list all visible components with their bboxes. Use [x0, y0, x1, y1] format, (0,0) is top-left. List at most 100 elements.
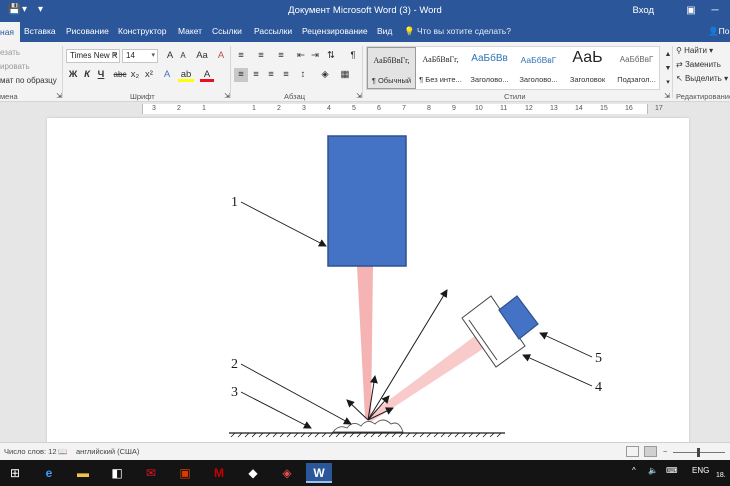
highlight-icon[interactable]: ab — [178, 68, 194, 82]
zoom-out-icon[interactable]: − — [663, 447, 667, 456]
document-page[interactable]: 1 2 3 4 5 — [47, 118, 689, 442]
tell-me-box[interactable]: 💡 Что вы хотите сделать? — [404, 26, 511, 37]
multilevel-list-icon[interactable]: ≡ — [274, 49, 288, 63]
tab-mailings[interactable]: Рассылки — [254, 26, 292, 36]
word-icon[interactable]: W — [306, 463, 332, 483]
strikethrough-button[interactable]: abc — [112, 68, 128, 82]
style-heading-2[interactable]: АаБбВвГ Заголово... — [514, 47, 563, 89]
align-left-icon[interactable]: ≡ — [234, 68, 248, 82]
keyboard-icon[interactable]: ⌨ — [666, 466, 678, 475]
bold-button[interactable]: Ж — [66, 68, 80, 82]
store-icon[interactable]: ◧ — [104, 463, 130, 483]
sort-icon[interactable]: ⇅ — [324, 49, 338, 63]
line-spacing-icon[interactable]: ↕ — [296, 68, 310, 82]
share-label: По — [718, 26, 730, 36]
tell-me-text: Что вы хотите сделать? — [416, 26, 511, 36]
language-indicator[interactable]: английский (США) — [76, 447, 139, 456]
style-heading-1[interactable]: АаБбВв Заголово... — [465, 47, 514, 89]
copy-button[interactable]: ировать — [0, 62, 30, 71]
format-painter-button[interactable]: мат по образцу — [0, 76, 57, 85]
ruler-number: 15 — [600, 105, 608, 112]
ruler-number: 8 — [427, 105, 431, 112]
style-title[interactable]: АаЬ Заголовок — [563, 47, 612, 89]
decrease-indent-icon[interactable]: ⇤ — [294, 49, 308, 63]
superscript-button[interactable]: x² — [142, 68, 156, 82]
tab-references[interactable]: Ссылки — [212, 26, 242, 36]
minimize-icon[interactable]: ─ — [706, 2, 724, 19]
app-red2-icon[interactable]: ◈ — [274, 463, 300, 483]
font-size-combo[interactable]: 14 ▾ — [122, 49, 158, 63]
replace-button[interactable]: ⇄ Заменить — [676, 60, 721, 69]
volume-icon[interactable]: 🔈 — [648, 466, 658, 475]
clock-date[interactable]: 18. — [716, 472, 726, 479]
ruler-number: 10 — [475, 105, 483, 112]
read-mode-icon[interactable] — [626, 446, 639, 457]
mail-icon[interactable]: ✉ — [138, 463, 164, 483]
zoom-slider-thumb[interactable] — [697, 448, 700, 457]
select-button[interactable]: ↖ Выделить ▾ — [676, 74, 728, 83]
shrink-font-icon[interactable]: A — [176, 49, 190, 63]
increase-indent-icon[interactable]: ⇥ — [308, 49, 322, 63]
cut-button[interactable]: езать — [0, 48, 20, 57]
style-name: ¶ Обычный — [371, 76, 412, 85]
numbering-icon[interactable]: ≡ — [254, 49, 268, 63]
justify-icon[interactable]: ≡ — [279, 68, 293, 82]
tab-draw[interactable]: Рисование — [66, 26, 109, 36]
proofing-icon[interactable]: 📖 — [58, 447, 67, 456]
ruler-number: 4 — [327, 105, 331, 112]
styles-group-label: Стили — [504, 92, 526, 101]
app-red-icon[interactable]: ▣ — [172, 463, 198, 483]
language-indicator[interactable]: ENG — [692, 466, 709, 475]
leader-3 — [240, 391, 312, 429]
font-color-icon[interactable]: A — [200, 68, 214, 82]
tab-home[interactable]: ная — [0, 22, 21, 42]
shading-icon[interactable]: ◈ — [318, 68, 332, 82]
clipboard-launcher-icon[interactable]: ⇲ — [52, 90, 66, 101]
borders-icon[interactable]: ▦ — [338, 68, 352, 82]
underline-button[interactable]: Ч — [94, 68, 108, 82]
change-case-icon[interactable]: Aa — [192, 49, 212, 63]
mcafee-icon[interactable]: M — [206, 463, 232, 483]
find-label: Найти — [684, 46, 707, 55]
style-no-spacing[interactable]: АаБбВвГг, ¶ Без инте... — [416, 47, 465, 89]
subscript-button[interactable]: x₂ — [128, 68, 142, 82]
print-layout-icon[interactable] — [644, 446, 657, 457]
tab-review[interactable]: Рецензирование — [302, 26, 368, 36]
italic-button[interactable]: К — [80, 68, 94, 82]
tab-insert[interactable]: Вставка — [24, 26, 56, 36]
chevron-up-icon[interactable]: ^ — [632, 466, 636, 475]
align-right-icon[interactable]: ≡ — [264, 68, 278, 82]
emitter-block — [327, 135, 407, 267]
find-button[interactable]: ⚲ Найти ▾ — [676, 46, 713, 55]
align-center-icon[interactable]: ≡ — [249, 68, 263, 82]
bullets-icon[interactable]: ≡ — [234, 49, 248, 63]
divider — [672, 46, 673, 98]
explorer-icon[interactable]: ▬ — [70, 463, 96, 483]
paragraph-launcher-icon[interactable]: ⇲ — [352, 90, 366, 101]
document-area[interactable]: 1 2 3 4 5 — [0, 116, 730, 442]
grow-font-icon[interactable]: A — [163, 49, 177, 63]
ribbon-options-icon[interactable]: ▣ — [682, 2, 700, 19]
share-button[interactable]: 👤По — [708, 26, 729, 37]
show-marks-button[interactable]: ¶ — [346, 49, 360, 63]
style-name: Заголово... — [519, 75, 558, 84]
tab-layout[interactable]: Макет — [178, 26, 202, 36]
text-effects-icon[interactable]: A — [160, 68, 174, 82]
figure-diagram[interactable]: 1 2 3 4 5 — [47, 118, 689, 442]
tab-view[interactable]: Вид — [377, 26, 392, 36]
label-4: 4 — [595, 380, 602, 395]
style-normal[interactable]: АаБбВвГг, ¶ Обычный — [367, 47, 416, 89]
sign-in-link[interactable]: Вход — [633, 5, 655, 16]
start-icon[interactable]: ⊞ — [2, 463, 28, 483]
font-launcher-icon[interactable]: ⇲ — [220, 90, 234, 101]
clear-formatting-icon[interactable]: A — [214, 49, 228, 63]
lightbulb-icon: 💡 — [404, 26, 415, 36]
style-subtitle[interactable]: АаБбВвГ Подзагол... — [612, 47, 661, 89]
edge-icon[interactable]: e — [36, 463, 62, 483]
app-icon[interactable]: ◆ — [240, 463, 266, 483]
tab-design[interactable]: Конструктор — [118, 26, 166, 36]
font-name-combo[interactable]: Times New R ▾ — [66, 49, 120, 63]
cursor-icon: ↖ — [676, 74, 683, 83]
horizontal-ruler[interactable]: 3 2 1 1 2 3 4 5 6 7 8 9 10 11 12 13 14 1… — [0, 102, 730, 116]
word-count[interactable]: Число слов: 12 — [4, 447, 57, 456]
